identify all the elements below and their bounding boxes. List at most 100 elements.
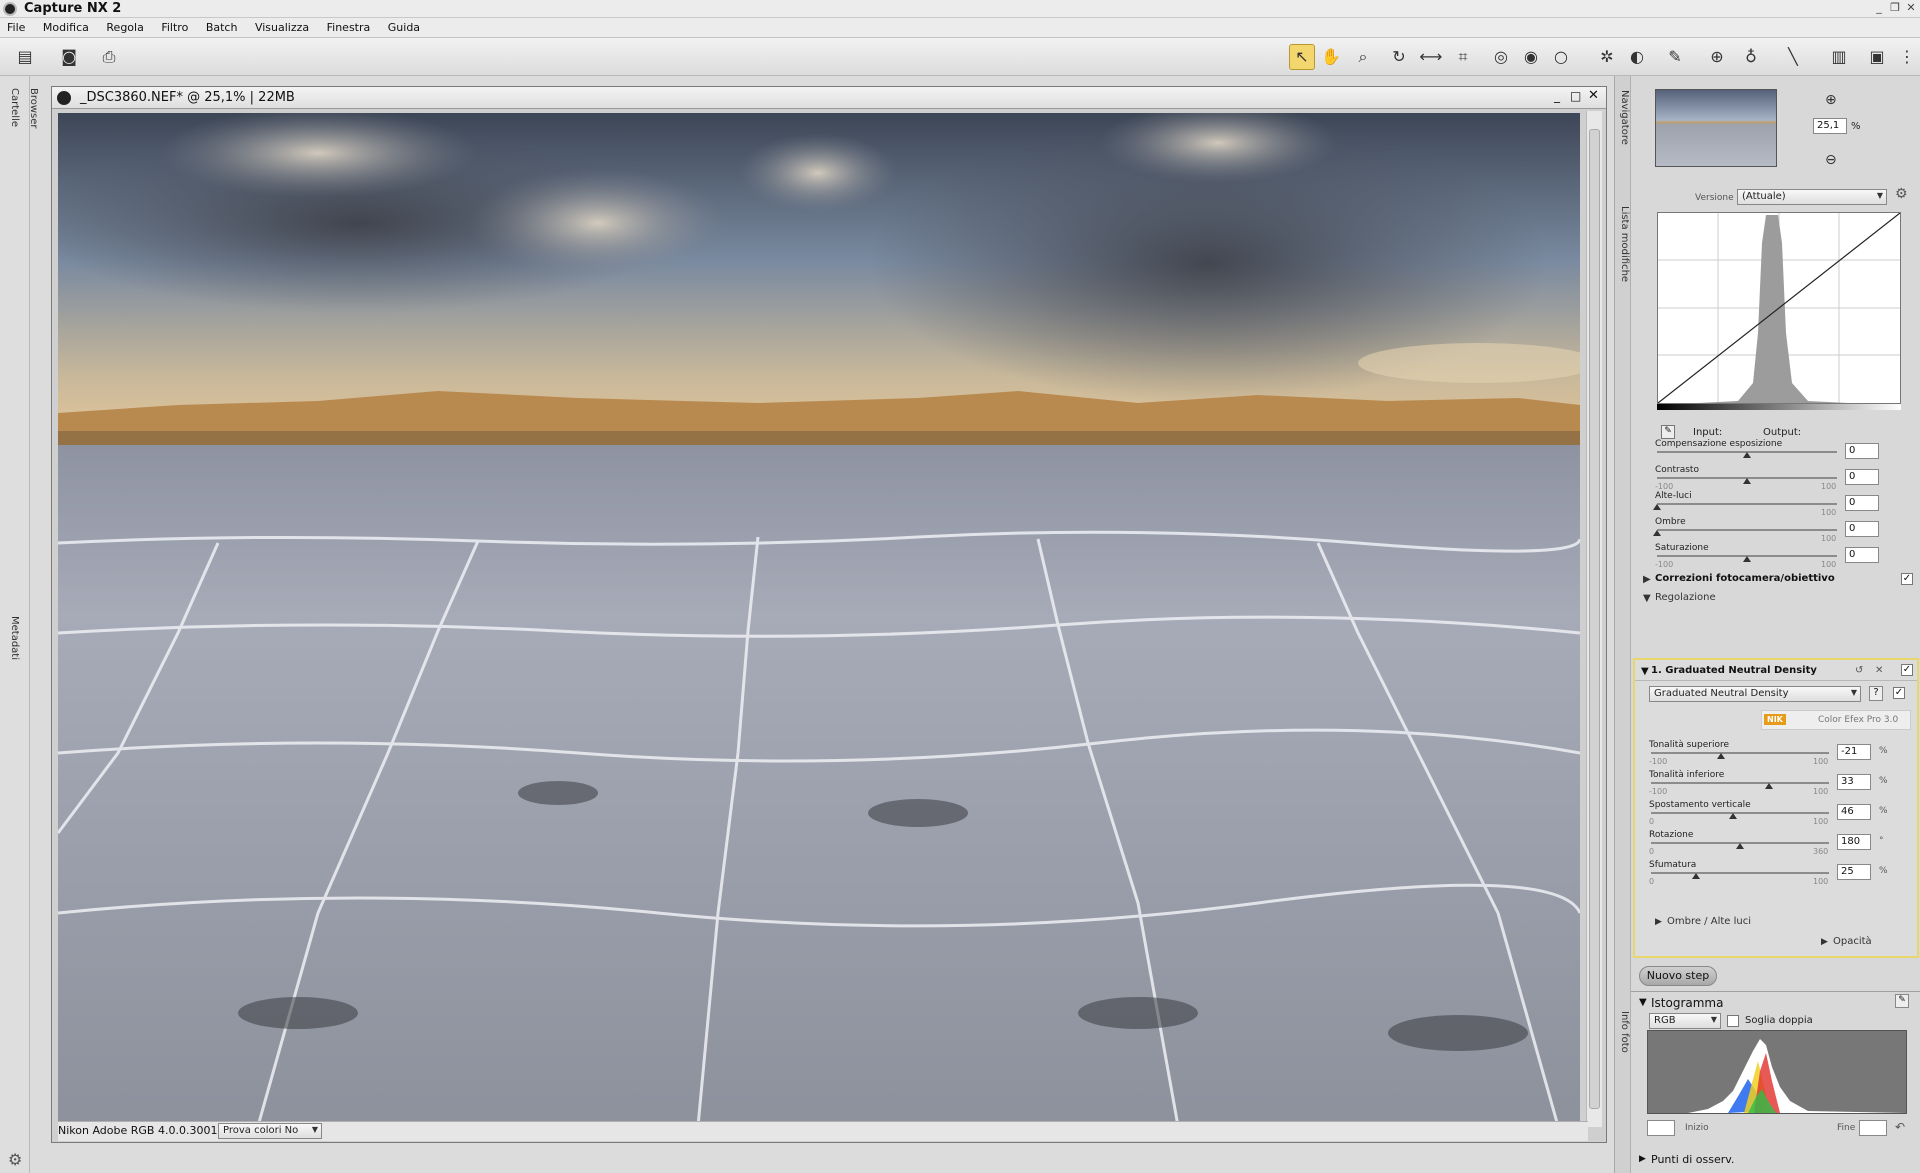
help-icon[interactable]: ? [1869,686,1883,701]
restore-icon[interactable]: ❐ [1888,1,1902,15]
histogram-collapse-icon[interactable]: ▼ [1639,997,1647,1008]
gnd-slider-track[interactable] [1651,812,1829,814]
doc-minimize-icon[interactable]: _ [1554,89,1560,103]
navigator-thumbnail[interactable] [1655,89,1777,167]
gnd-slider-track[interactable] [1651,782,1829,784]
close-icon[interactable]: ✕ [1904,1,1918,15]
tab-metadati[interactable]: Metadati [9,616,20,660]
tab-info-foto[interactable]: Info foto [1619,1011,1630,1053]
tab-cartelle[interactable]: Cartelle [9,88,20,127]
control-point-white-icon[interactable]: ○ [1548,44,1574,70]
channel-dropdown[interactable]: RGB [1649,1013,1721,1029]
gnd-slider-value-field[interactable]: 46 [1837,804,1871,820]
gradient-icon[interactable]: ▥ [1826,44,1852,70]
menu-filtro[interactable]: Filtro [154,18,195,34]
vertical-scrollbar[interactable] [1586,111,1602,1127]
base-slider-knob[interactable] [1743,452,1751,458]
step-collapse-icon[interactable]: ▼ [1641,666,1649,677]
camera-corrections-header[interactable]: Correzioni fotocamera/obiettivo [1655,573,1835,584]
opacity-toggle[interactable]: Opacità [1833,936,1872,947]
tab-browser[interactable]: Browser [28,88,39,129]
opacity-expand-icon[interactable]: ▶ [1821,937,1828,947]
workspace-icon[interactable]: ▤ [12,44,38,70]
gnd-slider-track[interactable] [1651,872,1829,874]
scrollbar-thumb[interactable] [1589,129,1600,1109]
watch-points-expand-icon[interactable]: ▶ [1639,1154,1646,1164]
photo-canvas[interactable] [58,113,1580,1126]
gnd-slider-value-field[interactable]: 33 [1837,774,1871,790]
histogram-options-icon[interactable]: ✎ [1895,994,1909,1008]
gnd-slider-value-field[interactable]: -21 [1837,744,1871,760]
step-delete-icon[interactable]: ✕ [1875,665,1883,676]
watch-points-header[interactable]: Punti di osserv. [1651,1153,1734,1166]
base-slider-knob[interactable] [1743,556,1751,562]
base-slider-value-field[interactable]: 0 [1845,521,1879,537]
menu-modifica[interactable]: Modifica [36,18,96,34]
selection-point-icon[interactable]: ⊕ [1704,44,1730,70]
gnd-slider-track[interactable] [1651,752,1829,754]
hand-icon[interactable]: ✋ [1318,44,1344,70]
new-step-button[interactable]: Nuovo step [1639,966,1717,986]
camera-icon[interactable]: ◙ [56,44,82,70]
zoom-field[interactable]: 25,1 [1813,118,1847,134]
version-dropdown[interactable]: (Attuale) [1737,189,1887,205]
print-icon[interactable]: ⎙ [96,44,122,70]
base-slider-knob[interactable] [1743,478,1751,484]
redeye-icon[interactable]: ◎ [1488,44,1514,70]
crop-icon[interactable]: ⌗ [1450,44,1476,70]
gnd-slider-knob[interactable] [1691,873,1700,879]
camera-corrections-checkbox[interactable]: ✓ [1901,573,1913,585]
step-reset-icon[interactable]: ↺ [1855,665,1863,676]
settings-gear-icon[interactable]: ⚙ [8,1150,22,1169]
straighten-icon[interactable]: ⟷ [1418,44,1444,70]
base-slider-value-field[interactable]: 0 [1845,495,1879,511]
redeye-point-icon[interactable]: ◐ [1624,44,1650,70]
doc-maximize-icon[interactable]: □ [1570,89,1581,103]
auto-retouch-icon[interactable]: ✎ [1662,44,1688,70]
base-slider-value-field[interactable]: 0 [1845,469,1879,485]
sh-expand-icon[interactable]: ▶ [1655,917,1662,927]
expand-arrow-icon[interactable]: ▶ [1643,574,1651,585]
gnd-slider-value-field[interactable]: 180 [1837,834,1871,850]
menu-file[interactable]: File [0,18,32,34]
start-field[interactable] [1647,1120,1675,1136]
zoom-in-icon[interactable]: ⊕ [1825,92,1837,108]
fill-icon[interactable]: ▣ [1864,44,1890,70]
softproof-dropdown[interactable]: Prova colori No [218,1123,322,1139]
doc-close-icon[interactable]: ✕ [1588,88,1599,103]
more-tools-icon[interactable]: ⋮ [1894,44,1920,70]
shadows-highlights-toggle[interactable]: Ombre / Alte luci [1667,916,1751,927]
brush-icon[interactable]: ╲ [1780,44,1806,70]
curve-pencil-icon[interactable]: ✎ [1661,425,1675,439]
color-point-icon[interactable]: ✲ [1594,44,1620,70]
base-slider-value-field[interactable]: 0 [1845,443,1879,459]
base-slider-track[interactable] [1657,503,1837,505]
tab-lista-modifiche[interactable]: Lista modifiche [1619,206,1630,282]
filter-enable-checkbox[interactable]: ✓ [1893,687,1905,699]
lasso-icon[interactable]: ♁ [1738,44,1764,70]
collapse-arrow-icon[interactable]: ▼ [1643,593,1651,604]
step-title[interactable]: 1. Graduated Neutral Density [1651,665,1817,676]
gnd-slider-knob[interactable] [1717,753,1726,759]
gnd-slider-knob[interactable] [1728,813,1737,819]
menu-guida[interactable]: Guida [381,18,427,34]
filter-dropdown[interactable]: Graduated Neutral Density [1649,686,1861,702]
zoom-icon[interactable]: ⌕ [1350,44,1376,70]
double-threshold-checkbox[interactable] [1727,1015,1739,1027]
control-point-black-icon[interactable]: ◉ [1518,44,1544,70]
gnd-slider-value-field[interactable]: 25 [1837,864,1871,880]
gnd-slider-knob[interactable] [1736,843,1744,849]
tab-navigatore[interactable]: Navigatore [1619,90,1630,145]
base-slider-knob[interactable] [1653,530,1661,536]
zoom-out-icon[interactable]: ⊖ [1825,152,1837,168]
menu-visualizza[interactable]: Visualizza [248,18,316,34]
menu-batch[interactable]: Batch [199,18,245,34]
levels-curves-graph[interactable] [1657,212,1901,404]
gnd-slider-knob[interactable] [1765,783,1774,789]
reset-histogram-icon[interactable]: ↶ [1895,1120,1905,1134]
minimize-icon[interactable]: _ [1872,1,1886,15]
rotate-icon[interactable]: ↻ [1386,44,1412,70]
base-slider-track[interactable] [1657,529,1837,531]
edit-options-gear-icon[interactable]: ⚙ [1895,186,1908,202]
menu-finestra[interactable]: Finestra [320,18,378,34]
